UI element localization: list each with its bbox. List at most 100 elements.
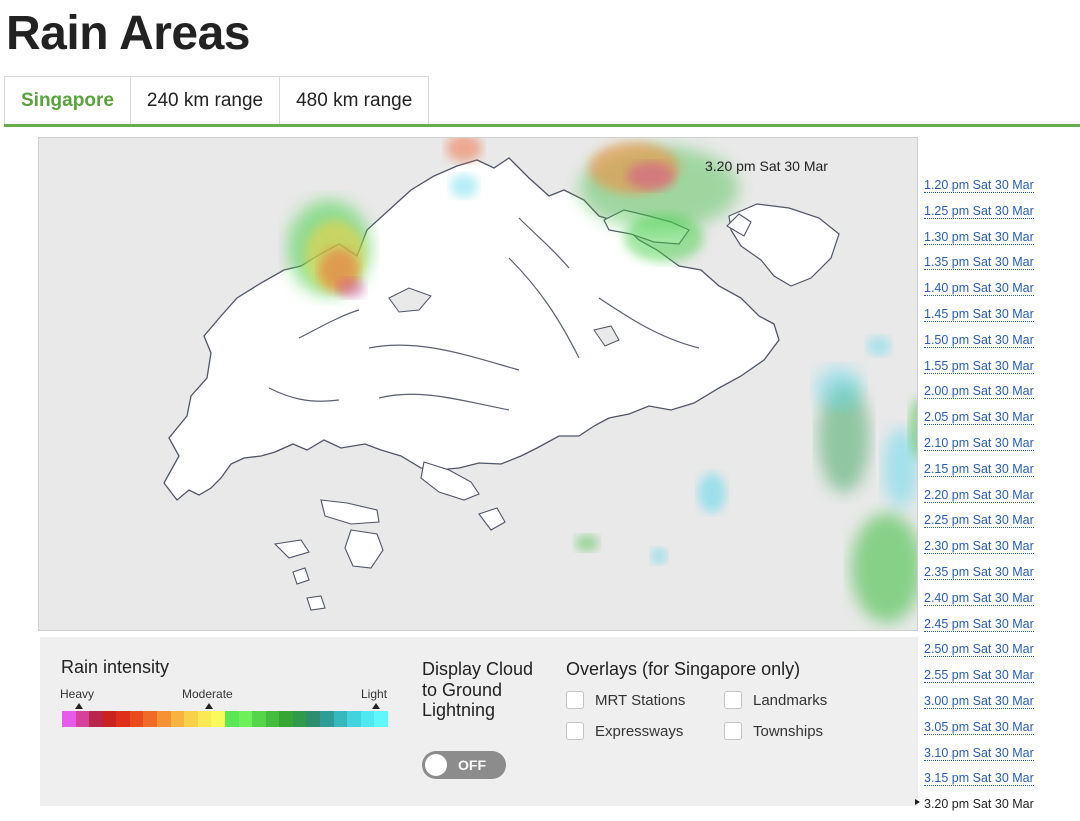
scale-swatch xyxy=(360,711,375,727)
time-list-item: 2.55 pm Sat 30 Mar xyxy=(924,666,1034,692)
overlay-mrt-stations[interactable]: MRT Stations xyxy=(566,691,685,709)
current-time-pointer-icon xyxy=(915,799,920,805)
time-link[interactable]: 2.25 pm Sat 30 Mar xyxy=(924,513,1034,529)
region-tabs: Singapore 240 km range 480 km range xyxy=(4,76,430,125)
scale-swatch xyxy=(347,711,361,727)
time-list-item: 3.10 pm Sat 30 Mar xyxy=(924,744,1034,770)
time-link[interactable]: 1.30 pm Sat 30 Mar xyxy=(924,229,1034,245)
time-link[interactable]: 3.00 pm Sat 30 Mar xyxy=(924,693,1034,709)
time-link[interactable]: 1.50 pm Sat 30 Mar xyxy=(924,332,1034,348)
time-link[interactable]: 2.55 pm Sat 30 Mar xyxy=(924,668,1034,684)
time-link[interactable]: 2.30 pm Sat 30 Mar xyxy=(924,539,1034,555)
overlay-label: MRT Stations xyxy=(595,691,686,709)
time-list-item: 1.20 pm Sat 30 Mar xyxy=(924,176,1034,202)
toggle-state-label: OFF xyxy=(458,757,486,773)
rain-intensity-title: Rain intensity xyxy=(61,657,170,677)
time-list-item: 1.55 pm Sat 30 Mar xyxy=(924,357,1034,383)
time-list-item: 3.05 pm Sat 30 Mar xyxy=(924,718,1034,744)
scale-swatch xyxy=(224,711,239,727)
scale-swatch xyxy=(292,711,307,727)
tab-240km-range[interactable]: 240 km range xyxy=(130,76,281,125)
legend-moderate-label: Moderate xyxy=(182,687,233,701)
tab-480km-range[interactable]: 480 km range xyxy=(280,76,430,125)
time-link[interactable]: 1.40 pm Sat 30 Mar xyxy=(924,281,1034,297)
time-list-item: 2.40 pm Sat 30 Mar xyxy=(924,589,1034,615)
time-list-item: 2.00 pm Sat 30 Mar xyxy=(924,382,1034,408)
time-link[interactable]: 2.20 pm Sat 30 Mar xyxy=(924,487,1034,503)
page-title: Rain Areas xyxy=(6,7,251,60)
pulau-tekong-shape xyxy=(728,203,840,287)
scale-swatch xyxy=(279,711,293,727)
time-link[interactable]: 1.35 pm Sat 30 Mar xyxy=(924,255,1034,271)
time-link[interactable]: 2.45 pm Sat 30 Mar xyxy=(924,616,1034,632)
tab-singapore[interactable]: Singapore xyxy=(4,76,131,125)
time-link[interactable]: 1.55 pm Sat 30 Mar xyxy=(924,358,1034,374)
time-list-item: 1.45 pm Sat 30 Mar xyxy=(924,305,1034,331)
time-list-item: 2.10 pm Sat 30 Mar xyxy=(924,434,1034,460)
toggle-knob xyxy=(425,754,447,776)
tab-underline xyxy=(4,124,1080,127)
scale-swatch xyxy=(129,711,144,727)
scale-swatch xyxy=(116,711,130,727)
legend-moderate-marker xyxy=(205,703,213,709)
landmarks-checkbox[interactable] xyxy=(724,691,742,709)
time-list-item: 3.20 pm Sat 30 Mar xyxy=(924,795,1034,821)
time-link[interactable]: 2.10 pm Sat 30 Mar xyxy=(924,435,1034,451)
overlay-landmarks[interactable]: Landmarks xyxy=(724,691,827,709)
rain-radar-map: 3.20 pm Sat 30 Mar xyxy=(38,137,918,631)
time-list-item: 2.15 pm Sat 30 Mar xyxy=(924,460,1034,486)
scale-swatch xyxy=(238,711,253,727)
legend-heavy-label: Heavy xyxy=(60,687,95,701)
time-link[interactable]: 2.40 pm Sat 30 Mar xyxy=(924,590,1034,606)
scale-swatch xyxy=(197,711,212,727)
legend-heavy-marker xyxy=(75,703,83,709)
time-link[interactable]: 3.10 pm Sat 30 Mar xyxy=(924,745,1034,761)
scale-swatch xyxy=(252,711,266,727)
scale-swatch xyxy=(319,711,334,727)
legend-light-marker xyxy=(372,703,380,709)
scale-swatch xyxy=(170,711,185,727)
time-link[interactable]: 2.05 pm Sat 30 Mar xyxy=(924,410,1034,426)
time-link[interactable]: 2.50 pm Sat 30 Mar xyxy=(924,642,1034,658)
lightning-title: Display Cloud to Ground Lightning xyxy=(422,659,534,720)
scale-swatch xyxy=(143,711,158,727)
time-link[interactable]: 1.20 pm Sat 30 Mar xyxy=(924,178,1034,193)
time-link[interactable]: 2.35 pm Sat 30 Mar xyxy=(924,564,1034,580)
timestamp-list: 1.20 pm Sat 30 Mar 1.25 pm Sat 30 Mar 1.30… xyxy=(924,176,1034,821)
scale-swatch xyxy=(265,711,280,727)
time-link[interactable]: 3.05 pm Sat 30 Mar xyxy=(924,719,1034,735)
scale-swatch xyxy=(211,711,225,727)
time-list-item: 2.05 pm Sat 30 Mar xyxy=(924,408,1034,434)
lightning-toggle[interactable]: OFF xyxy=(422,751,506,779)
time-link[interactable]: 1.25 pm Sat 30 Mar xyxy=(924,203,1034,219)
overlay-expressways[interactable]: Expressways xyxy=(566,722,683,740)
overlay-label: Expressways xyxy=(595,722,684,740)
townships-checkbox[interactable] xyxy=(724,722,742,740)
overlay-townships[interactable]: Townships xyxy=(724,722,823,740)
time-list-item: 3.00 pm Sat 30 Mar xyxy=(924,692,1034,718)
time-link[interactable]: 2.15 pm Sat 30 Mar xyxy=(924,461,1034,477)
scale-swatch xyxy=(333,711,348,727)
scale-swatch xyxy=(306,711,320,727)
legend-light-label: Light xyxy=(361,687,388,701)
scale-swatch xyxy=(75,711,90,727)
time-list-item: 2.30 pm Sat 30 Mar xyxy=(924,537,1034,563)
time-list-item: 1.50 pm Sat 30 Mar xyxy=(924,331,1034,357)
time-list-item: 1.35 pm Sat 30 Mar xyxy=(924,253,1034,279)
rain-intensity-scale xyxy=(62,711,388,727)
time-list-item: 2.25 pm Sat 30 Mar xyxy=(924,511,1034,537)
map-controls-panel: Rain intensity Heavy Moderate Light Disp… xyxy=(40,637,918,806)
time-link[interactable]: 3.15 pm Sat 30 Mar xyxy=(924,771,1034,787)
time-list-item: 3.15 pm Sat 30 Mar xyxy=(924,769,1034,795)
overlays-title: Overlays (for Singapore only) xyxy=(566,659,801,679)
time-list-item: 2.35 pm Sat 30 Mar xyxy=(924,563,1034,589)
scale-swatch xyxy=(184,711,198,727)
scale-swatch xyxy=(102,711,117,727)
time-link[interactable]: 3.20 pm Sat 30 Mar xyxy=(924,797,1034,811)
mrt-stations-checkbox[interactable] xyxy=(566,691,584,709)
expressways-checkbox[interactable] xyxy=(566,722,584,740)
overlay-label: Townships xyxy=(753,722,824,740)
time-list-item: 2.20 pm Sat 30 Mar xyxy=(924,486,1034,512)
time-link[interactable]: 1.45 pm Sat 30 Mar xyxy=(924,306,1034,322)
time-link[interactable]: 2.00 pm Sat 30 Mar xyxy=(924,384,1034,400)
